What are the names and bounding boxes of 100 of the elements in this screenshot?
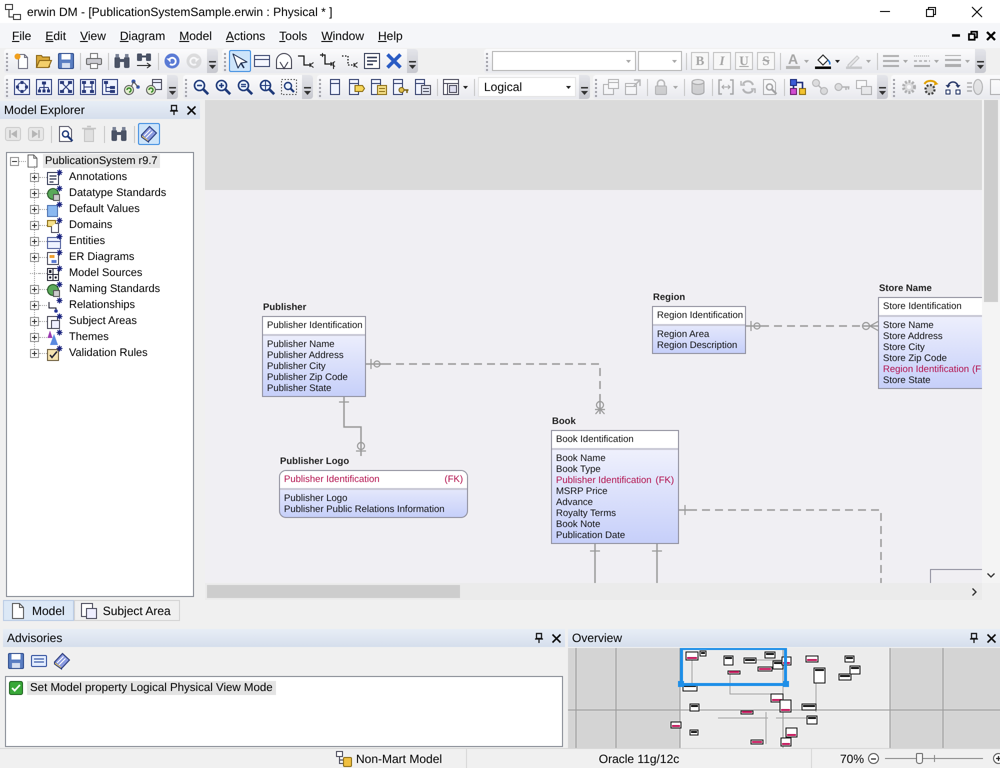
toolbar-button[interactable] <box>346 76 368 98</box>
toolbar-button[interactable] <box>368 76 390 98</box>
attribute-name: Publisher Logo <box>284 493 348 504</box>
overflow-chevron-icon <box>304 87 311 95</box>
header-box-icon <box>254 53 270 69</box>
tree-item[interactable]: Model Sources <box>67 266 144 280</box>
expand-toggle[interactable] <box>30 220 39 230</box>
expand-toggle[interactable] <box>30 172 39 182</box>
zoom-out-button[interactable] <box>868 753 880 764</box>
toolbar-button[interactable] <box>273 50 295 72</box>
toolbar-split-button[interactable] <box>440 76 471 98</box>
restore-button[interactable] <box>968 30 978 41</box>
entity-box[interactable]: Region Identification Region Area Region Description <box>652 306 746 354</box>
tree-item[interactable]: Themes <box>67 330 111 344</box>
toolbar-button[interactable] <box>77 76 99 98</box>
tree-item[interactable]: ER Diagrams <box>67 250 136 264</box>
panel-tab[interactable]: Model <box>3 600 74 621</box>
toolbar-overflow-button[interactable] <box>167 75 178 99</box>
expand-toggle[interactable] <box>30 204 39 214</box>
plus-icon <box>32 238 37 244</box>
toolbar-overflow-button[interactable] <box>407 49 418 73</box>
toolbar-overflow-button[interactable] <box>975 49 986 73</box>
menu-item[interactable]: Tools <box>272 25 314 46</box>
tree-item[interactable]: Entities <box>67 234 108 248</box>
menu-item[interactable]: File <box>5 25 38 46</box>
tree-item[interactable]: Naming Standards <box>67 282 162 296</box>
pin-button[interactable] <box>170 105 178 115</box>
scrollbar-thumb[interactable] <box>984 100 998 302</box>
menu-item[interactable]: Diagram <box>112 25 172 46</box>
toolbar-overflow-button[interactable] <box>302 75 313 99</box>
toolbar-overflow-button[interactable] <box>579 75 590 99</box>
expand-toggle[interactable] <box>30 252 39 262</box>
tree-item[interactable]: Relationships <box>67 298 138 312</box>
tree-item[interactable]: Domains <box>67 218 114 232</box>
close-button[interactable] <box>987 634 996 642</box>
entity-box[interactable]: Store Identification Store Name Store Address Store City Store Zip Code Region Identification (F Store State <box>878 297 982 389</box>
caret-icon <box>672 60 677 62</box>
cycle-box-icon <box>146 79 162 95</box>
entity-box[interactable]: Publisher Identification (FK) Publisher Logo Publisher Public Relations Information <box>279 470 468 518</box>
plus-icon <box>32 334 37 340</box>
toolbar-dropdown[interactable]: Logical <box>478 77 576 97</box>
toolbar-button[interactable] <box>55 76 77 98</box>
menu-item[interactable]: Help <box>371 25 410 46</box>
scrollbar-thumb[interactable] <box>207 585 460 598</box>
toolbar-button[interactable] <box>5 650 27 672</box>
expand-toggle[interactable] <box>30 348 39 358</box>
tree-item[interactable]: Default Values <box>67 202 142 216</box>
expand-toggle[interactable] <box>30 236 39 246</box>
caret-icon <box>866 60 872 62</box>
connector-dot-icon <box>47 297 63 313</box>
toolbar-button[interactable] <box>143 76 165 98</box>
tree-item[interactable]: Datatype Standards <box>67 186 168 200</box>
zoom-slider[interactable] <box>885 753 984 764</box>
expand-toggle[interactable] <box>10 156 19 166</box>
tree-item[interactable]: Validation Rules <box>67 346 150 360</box>
toolbar-button[interactable] <box>229 50 251 72</box>
entity-box[interactable]: Book Identification Book Name Book Type Publisher Identification (FK) MSRP Price Advance Royalty Terms Book Note Publication Date <box>551 430 679 544</box>
elbow-connector-icon <box>298 53 314 69</box>
expand-toggle[interactable] <box>30 284 39 294</box>
panel-tab[interactable]: Subject Area <box>74 600 180 621</box>
tree-item[interactable]: Annotations <box>67 170 130 184</box>
close-button[interactable] <box>986 30 996 40</box>
pin-button[interactable] <box>535 633 543 643</box>
menu-item[interactable]: Edit <box>38 25 74 46</box>
toolbar-overflow-button[interactable] <box>207 49 218 73</box>
expand-toggle[interactable] <box>30 316 39 326</box>
tree-item[interactable]: PublicationSystem r9.7 <box>43 154 160 168</box>
slider-thumb[interactable] <box>916 753 924 764</box>
menu-item[interactable]: Actions <box>218 25 272 46</box>
entity-box[interactable]: Publisher Identification Publisher Name Publisher Address Publisher City Publisher Zip Code Publisher State <box>262 316 366 397</box>
toolbar-button[interactable] <box>11 76 33 98</box>
advisory-message[interactable]: Set Model property Logical Physical View Mode <box>27 681 276 695</box>
toolbar-button[interactable] <box>361 50 383 72</box>
tree-item[interactable]: Subject Areas <box>67 314 139 328</box>
expand-toggle[interactable] <box>30 332 39 342</box>
expand-toggle[interactable] <box>30 300 39 310</box>
close-button[interactable] <box>552 634 561 642</box>
connected-boxes-icon <box>5 4 21 20</box>
menu-item[interactable]: Window <box>314 25 371 46</box>
menu-item[interactable]: Model <box>172 25 219 46</box>
close-button[interactable] <box>187 106 196 114</box>
vertical-scrollbar[interactable] <box>982 100 1000 583</box>
toolbar-button[interactable] <box>278 76 300 98</box>
horizontal-scrollbar[interactable] <box>205 583 982 600</box>
pin-button[interactable] <box>970 633 978 643</box>
toolbar-button[interactable] <box>99 76 121 98</box>
overview-map[interactable] <box>568 648 1000 748</box>
toolbar-button[interactable] <box>787 76 809 98</box>
toolbar-button[interactable] <box>55 50 77 72</box>
toolbar-overflow-button[interactable] <box>877 75 888 99</box>
entity-name: Store Name <box>878 283 932 295</box>
plus-icon <box>32 318 37 324</box>
toolbar-button[interactable] <box>33 76 55 98</box>
caret-icon <box>626 60 631 62</box>
menu-item[interactable]: View <box>73 25 113 46</box>
toolbar-button[interactable] <box>138 123 160 145</box>
toolbar-button[interactable] <box>412 76 434 98</box>
toolbar-button[interactable] <box>51 650 73 672</box>
minimize-button[interactable] <box>952 34 960 37</box>
expand-toggle[interactable] <box>30 188 39 198</box>
